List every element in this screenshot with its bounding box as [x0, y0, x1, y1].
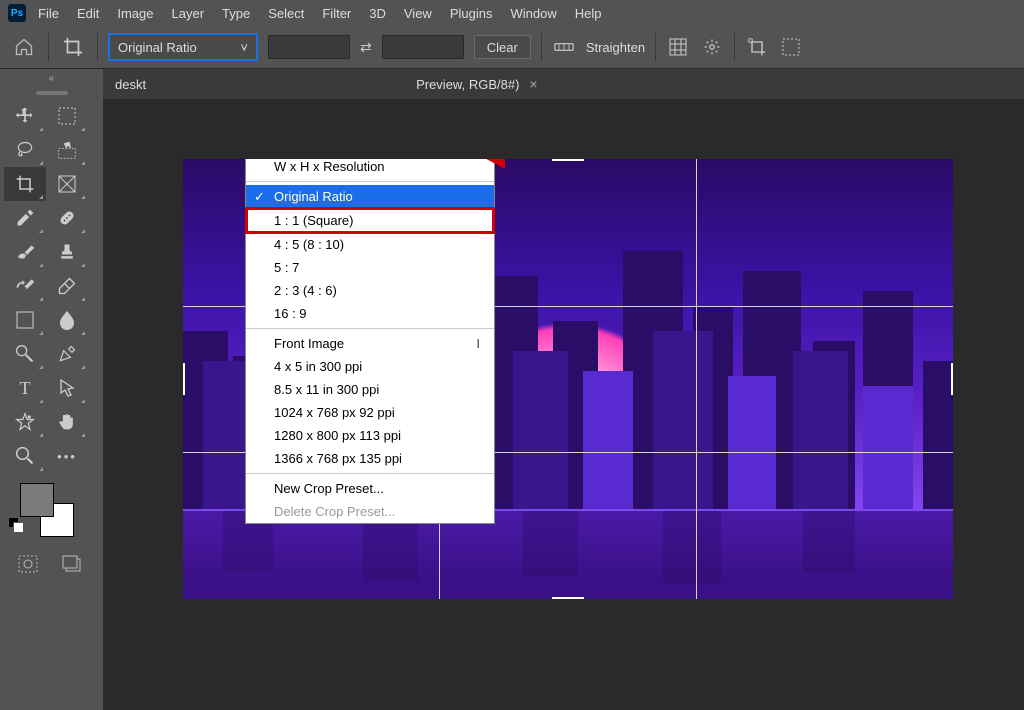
menu-filter[interactable]: Filter [316, 6, 357, 21]
menu-edit[interactable]: Edit [71, 6, 105, 21]
menu-file[interactable]: File [32, 6, 65, 21]
zoom-tool[interactable] [4, 439, 46, 473]
chevron-down-icon: ˅ [240, 40, 248, 55]
hand-tool[interactable] [46, 405, 88, 439]
panel-collapse-icon[interactable]: « [0, 69, 103, 87]
separator [655, 33, 656, 61]
brush-tool[interactable] [4, 235, 46, 269]
document-area: deskt Preview, RGB/8#) × [103, 69, 1024, 710]
blur-tool[interactable] [46, 303, 88, 337]
straighten-icon[interactable] [552, 35, 576, 59]
crop-grid-line [696, 159, 697, 599]
frame-tool[interactable] [46, 167, 88, 201]
menu-item-shortcut: I [476, 336, 480, 351]
panel-grip-icon[interactable] [36, 91, 68, 95]
tab-strip: deskt Preview, RGB/8#) × [103, 69, 1024, 99]
dodge-tool[interactable] [4, 337, 46, 371]
menu-3d[interactable]: 3D [363, 6, 392, 21]
separator [48, 33, 49, 61]
app-logo: Ps [8, 4, 26, 22]
menu-separator [246, 473, 494, 474]
menu-item-front-image[interactable]: Front Image I [246, 332, 494, 355]
marquee-tool[interactable] [46, 99, 88, 133]
crop-tool-indicator[interactable] [59, 33, 87, 61]
menu-help[interactable]: Help [569, 6, 608, 21]
tools-panel: T ••• [0, 87, 103, 594]
color-swatches[interactable] [8, 481, 96, 541]
crop-height-input[interactable] [382, 35, 464, 59]
menu-item-1366x768[interactable]: 1366 x 768 px 135 ppi [246, 447, 494, 470]
menu-window[interactable]: Window [504, 6, 562, 21]
menu-separator [246, 328, 494, 329]
menu-view[interactable]: View [398, 6, 438, 21]
crop-options-gear-icon[interactable] [700, 35, 724, 59]
path-select-tool[interactable] [46, 371, 88, 405]
canvas[interactable]: Ratio W x H x Resolution Original Ratio … [183, 159, 953, 599]
grid-overlay-icon[interactable] [666, 35, 690, 59]
screen-mode-icon[interactable] [62, 555, 82, 576]
quick-select-tool[interactable] [46, 133, 88, 167]
tab-title-left: deskt [115, 77, 146, 92]
edit-toolbar[interactable]: ••• [46, 439, 88, 473]
menu-item-1-1-square[interactable]: 1 : 1 (Square) [245, 207, 495, 234]
tools-panel-wrap: « T ••• [0, 69, 103, 710]
stamp-tool[interactable] [46, 235, 88, 269]
eraser-tool[interactable] [46, 269, 88, 303]
menu-item-original-ratio[interactable]: Original Ratio [246, 185, 494, 208]
straighten-label: Straighten [586, 40, 645, 55]
menu-image[interactable]: Image [111, 6, 159, 21]
separator [734, 33, 735, 61]
separator [541, 33, 542, 61]
menu-item-wxhres[interactable]: W x H x Resolution [246, 159, 494, 178]
move-tool[interactable] [4, 99, 46, 133]
default-colors-icon[interactable] [8, 517, 22, 531]
shape-tool[interactable] [4, 405, 46, 439]
menu-item-1024x768[interactable]: 1024 x 768 px 92 ppi [246, 401, 494, 424]
menu-item-new-preset[interactable]: New Crop Preset... [246, 477, 494, 500]
crop-handle-bottom[interactable] [552, 597, 584, 599]
healing-tool[interactable] [46, 201, 88, 235]
menu-separator [246, 181, 494, 182]
crop-ratio-value: Original Ratio [118, 40, 197, 55]
document-tab[interactable]: deskt Preview, RGB/8#) × [115, 76, 538, 92]
swap-dimensions-icon[interactable]: ⇄ [360, 39, 372, 56]
delete-cropped-icon[interactable] [745, 35, 769, 59]
menu-item-4x5in[interactable]: 4 x 5 in 300 ppi [246, 355, 494, 378]
eyedropper-tool[interactable] [4, 201, 46, 235]
menu-select[interactable]: Select [262, 6, 310, 21]
foreground-color-swatch[interactable] [20, 483, 54, 517]
menu-item-delete-preset: Delete Crop Preset... [246, 500, 494, 523]
menu-item-8p5x11in[interactable]: 8.5 x 11 in 300 ppi [246, 378, 494, 401]
crop-ratio-dropdown[interactable]: Original Ratio ˅ [108, 33, 258, 61]
crop-width-input[interactable] [268, 35, 350, 59]
gradient-tool[interactable] [4, 303, 46, 337]
quick-mask-icon[interactable] [18, 555, 38, 576]
menu-type[interactable]: Type [216, 6, 256, 21]
menu-item-5-7[interactable]: 5 : 7 [246, 256, 494, 279]
content-aware-icon[interactable] [779, 35, 803, 59]
pen-tool[interactable] [46, 337, 88, 371]
menu-layer[interactable]: Layer [166, 6, 211, 21]
close-tab-icon[interactable]: × [529, 76, 537, 92]
menu-item-1280x800[interactable]: 1280 x 800 px 113 ppi [246, 424, 494, 447]
home-button[interactable] [10, 33, 38, 61]
history-brush-tool[interactable] [4, 269, 46, 303]
menu-item-16-9[interactable]: 16 : 9 [246, 302, 494, 325]
crop-tool[interactable] [4, 167, 46, 201]
lasso-tool[interactable] [4, 133, 46, 167]
crop-ratio-menu: Ratio W x H x Resolution Original Ratio … [245, 159, 495, 524]
type-tool[interactable]: T [4, 371, 46, 405]
crop-handle-right[interactable] [951, 363, 953, 395]
crop-handle-left[interactable] [183, 363, 185, 395]
clear-button[interactable]: Clear [474, 35, 531, 59]
tab-title-right: Preview, RGB/8#) [416, 77, 519, 92]
separator [97, 33, 98, 61]
options-bar: Original Ratio ˅ ⇄ Clear Straighten [0, 26, 1024, 69]
crop-handle-top[interactable] [552, 159, 584, 161]
menu-item-4-5[interactable]: 4 : 5 (8 : 10) [246, 233, 494, 256]
menubar: Ps File Edit Image Layer Type Select Fil… [0, 0, 1024, 26]
menu-item-label: Front Image [274, 336, 344, 351]
menu-item-2-3[interactable]: 2 : 3 (4 : 6) [246, 279, 494, 302]
menu-plugins[interactable]: Plugins [444, 6, 499, 21]
